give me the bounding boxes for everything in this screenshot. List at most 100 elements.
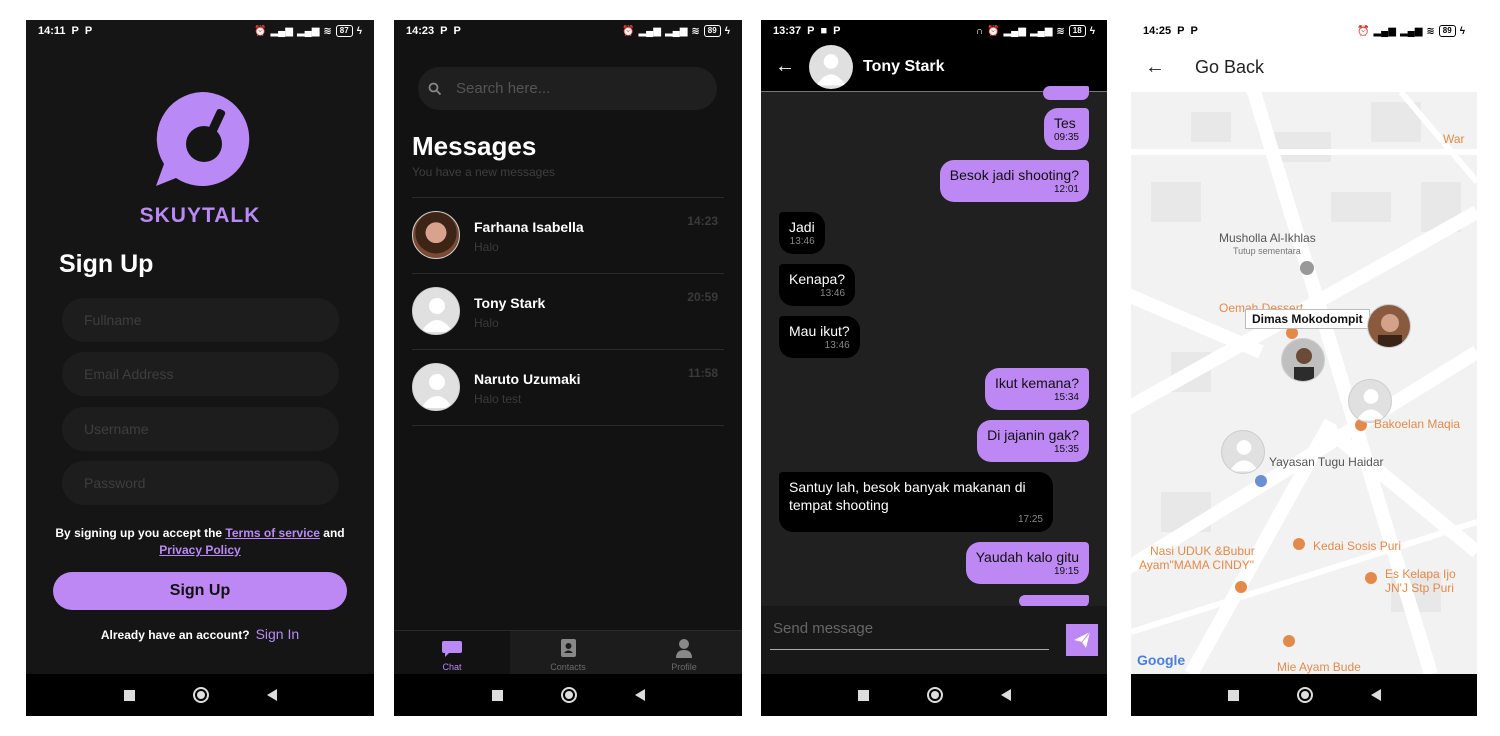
battery-icon: 89 — [703, 25, 721, 37]
chat-item[interactable]: Naruto Uzumaki Halo test 11:58 — [412, 350, 724, 426]
signal-icon: ▂▄▆ — [1399, 25, 1423, 37]
signal-icon: ▂▄▆ — [1373, 25, 1396, 37]
chat-item[interactable]: Tony Stark Halo 20:59 — [412, 274, 724, 350]
default-avatar-icon — [421, 298, 453, 332]
go-back-title[interactable]: Go Back — [1195, 57, 1264, 78]
wifi-icon: ≋ — [1056, 25, 1065, 37]
map-label: War — [1443, 132, 1465, 146]
send-icon — [1074, 631, 1091, 648]
message-time: 13:46 — [820, 288, 846, 299]
user-tooltip: Dimas Mokodompit — [1245, 309, 1370, 329]
charging-icon: ϟ — [1089, 25, 1095, 37]
chat-name: Tony Stark — [474, 295, 546, 311]
signal-icon: ▂▄▆ — [296, 25, 320, 37]
message-bubble-sent: Tes 09:35 — [1043, 108, 1089, 150]
terms-prefix: By signing up you accept the — [55, 526, 223, 540]
tab-chat[interactable]: Chat — [394, 631, 510, 674]
video-icon: ■ — [820, 25, 828, 37]
back-button[interactable] — [634, 689, 645, 701]
recents-button[interactable] — [491, 689, 503, 701]
map-label: Yayasan Tugu Haidar — [1269, 455, 1384, 469]
signin-prompt: Already have an account? Sign In — [26, 626, 374, 642]
home-button[interactable] — [560, 687, 577, 703]
map-label: Es Kelapa Ijo — [1385, 567, 1456, 581]
back-arrow-icon[interactable]: ← — [775, 55, 799, 78]
brand-name: SKUYTALK — [139, 204, 261, 227]
map-view[interactable]: War Musholla Al-Ikhlas Tutup sementara O… — [1131, 92, 1477, 674]
recents-button[interactable] — [1227, 689, 1239, 701]
home-button[interactable] — [1296, 687, 1313, 703]
signup-button[interactable]: Sign Up — [53, 572, 347, 610]
chat-time: 11:58 — [687, 366, 718, 380]
already-text: Already have an account? — [100, 628, 250, 642]
tab-contacts[interactable]: Contacts — [510, 631, 626, 674]
chat-preview: Halo — [474, 316, 499, 330]
chat-item[interactable]: Farhana Isabella Halo 14:23 — [412, 198, 724, 274]
alarm-icon: ⏰ — [1357, 25, 1370, 37]
message-text: Di jajanin gak? — [987, 427, 1079, 443]
battery-icon: 89 — [1438, 25, 1456, 37]
map-label: Nasi UDUK &Bubur — [1150, 544, 1255, 558]
bottom-tab-bar: Chat Contacts Profile — [394, 630, 742, 674]
system-nav-bar — [394, 674, 742, 716]
chat-preview: Halo test — [474, 392, 522, 406]
user-photo-icon — [1368, 305, 1410, 347]
system-nav-bar — [1131, 674, 1477, 716]
user-marker-avatar[interactable] — [1281, 338, 1325, 382]
recents-button[interactable] — [857, 689, 869, 701]
back-button[interactable] — [266, 689, 277, 701]
message-time: 19:15 — [1053, 566, 1079, 577]
signup-screen: 14:11 P P ⏰ ▂▄▆ ▂▄▆ ≋ 87 ϟ SKUYTALK Sign Up Ful… — [26, 20, 374, 716]
home-button[interactable] — [926, 687, 943, 703]
back-arrow-icon[interactable]: ← — [1145, 56, 1175, 79]
alarm-icon: ⏰ — [254, 25, 267, 37]
charging-icon: ϟ — [1459, 25, 1465, 37]
page-title: Sign Up — [59, 250, 154, 278]
message-composer: Send message — [761, 606, 1107, 674]
send-button[interactable] — [1066, 624, 1098, 656]
conversation-screen: 13:37 P ■ P ∩ ⏰ ▂▄▆ ▂▄▆ ≋ 18 ϟ ← Tony Stark Tes 09… — [761, 20, 1107, 716]
message-input[interactable]: Send message — [770, 620, 1049, 650]
notification-icon: P — [453, 25, 461, 37]
back-button[interactable] — [1000, 689, 1011, 701]
message-text: Santuy lah, besok banyak makanan di temp… — [789, 479, 1026, 513]
email-field[interactable]: Email Address — [62, 352, 339, 396]
privacy-link[interactable]: Privacy Policy — [159, 543, 240, 557]
notification-icon: P — [833, 25, 841, 37]
charging-icon: ϟ — [356, 25, 362, 37]
back-button[interactable] — [1370, 689, 1381, 701]
message-time: 15:34 — [1053, 392, 1079, 403]
status-time: 14:25 — [1143, 25, 1172, 37]
search-input[interactable]: Search here... — [418, 67, 717, 110]
user-marker-avatar[interactable] — [1367, 304, 1411, 348]
user-marker-avatar[interactable] — [1221, 430, 1265, 474]
skuytalk-logo-icon — [156, 91, 250, 186]
terms-text: By signing up you accept the Terms of se… — [46, 525, 354, 559]
map-label: Tutup sementara — [1233, 246, 1301, 256]
notification-icon: P — [1177, 25, 1185, 37]
chat-icon — [442, 641, 462, 657]
message-text: Kenapa? — [789, 271, 846, 287]
signin-link[interactable]: Sign In — [256, 626, 300, 642]
message-bubble-sent: Di jajanin gak? 15:35 — [977, 420, 1089, 462]
tab-profile[interactable]: Profile — [626, 631, 742, 674]
password-field[interactable]: Password — [62, 461, 339, 505]
message-time: 17:25 — [1017, 514, 1043, 525]
message-text: Tes — [1053, 115, 1076, 131]
avatar — [809, 44, 853, 89]
profile-icon — [676, 639, 692, 658]
map-screen: 14:25 P P ⏰ ▂▄▆ ▂▄▆ ≋ 89 ϟ ← Go Back War… — [1131, 20, 1477, 716]
username-field[interactable]: Username — [62, 407, 339, 451]
map-label: JN'J Stp Puri — [1385, 581, 1454, 595]
terms-link[interactable]: Terms of service — [225, 526, 320, 540]
fullname-field[interactable]: Fullname — [62, 298, 339, 342]
avatar — [412, 211, 460, 259]
message-bubble-received: Santuy lah, besok banyak makanan di temp… — [779, 472, 1053, 532]
system-nav-bar — [761, 674, 1107, 716]
recents-button[interactable] — [123, 689, 135, 701]
signal-icon: ▂▄▆ — [270, 25, 293, 37]
google-logo-text: Google — [1137, 652, 1186, 668]
wifi-icon: ≋ — [323, 25, 332, 37]
home-button[interactable] — [192, 687, 209, 703]
system-nav-bar — [26, 674, 374, 716]
